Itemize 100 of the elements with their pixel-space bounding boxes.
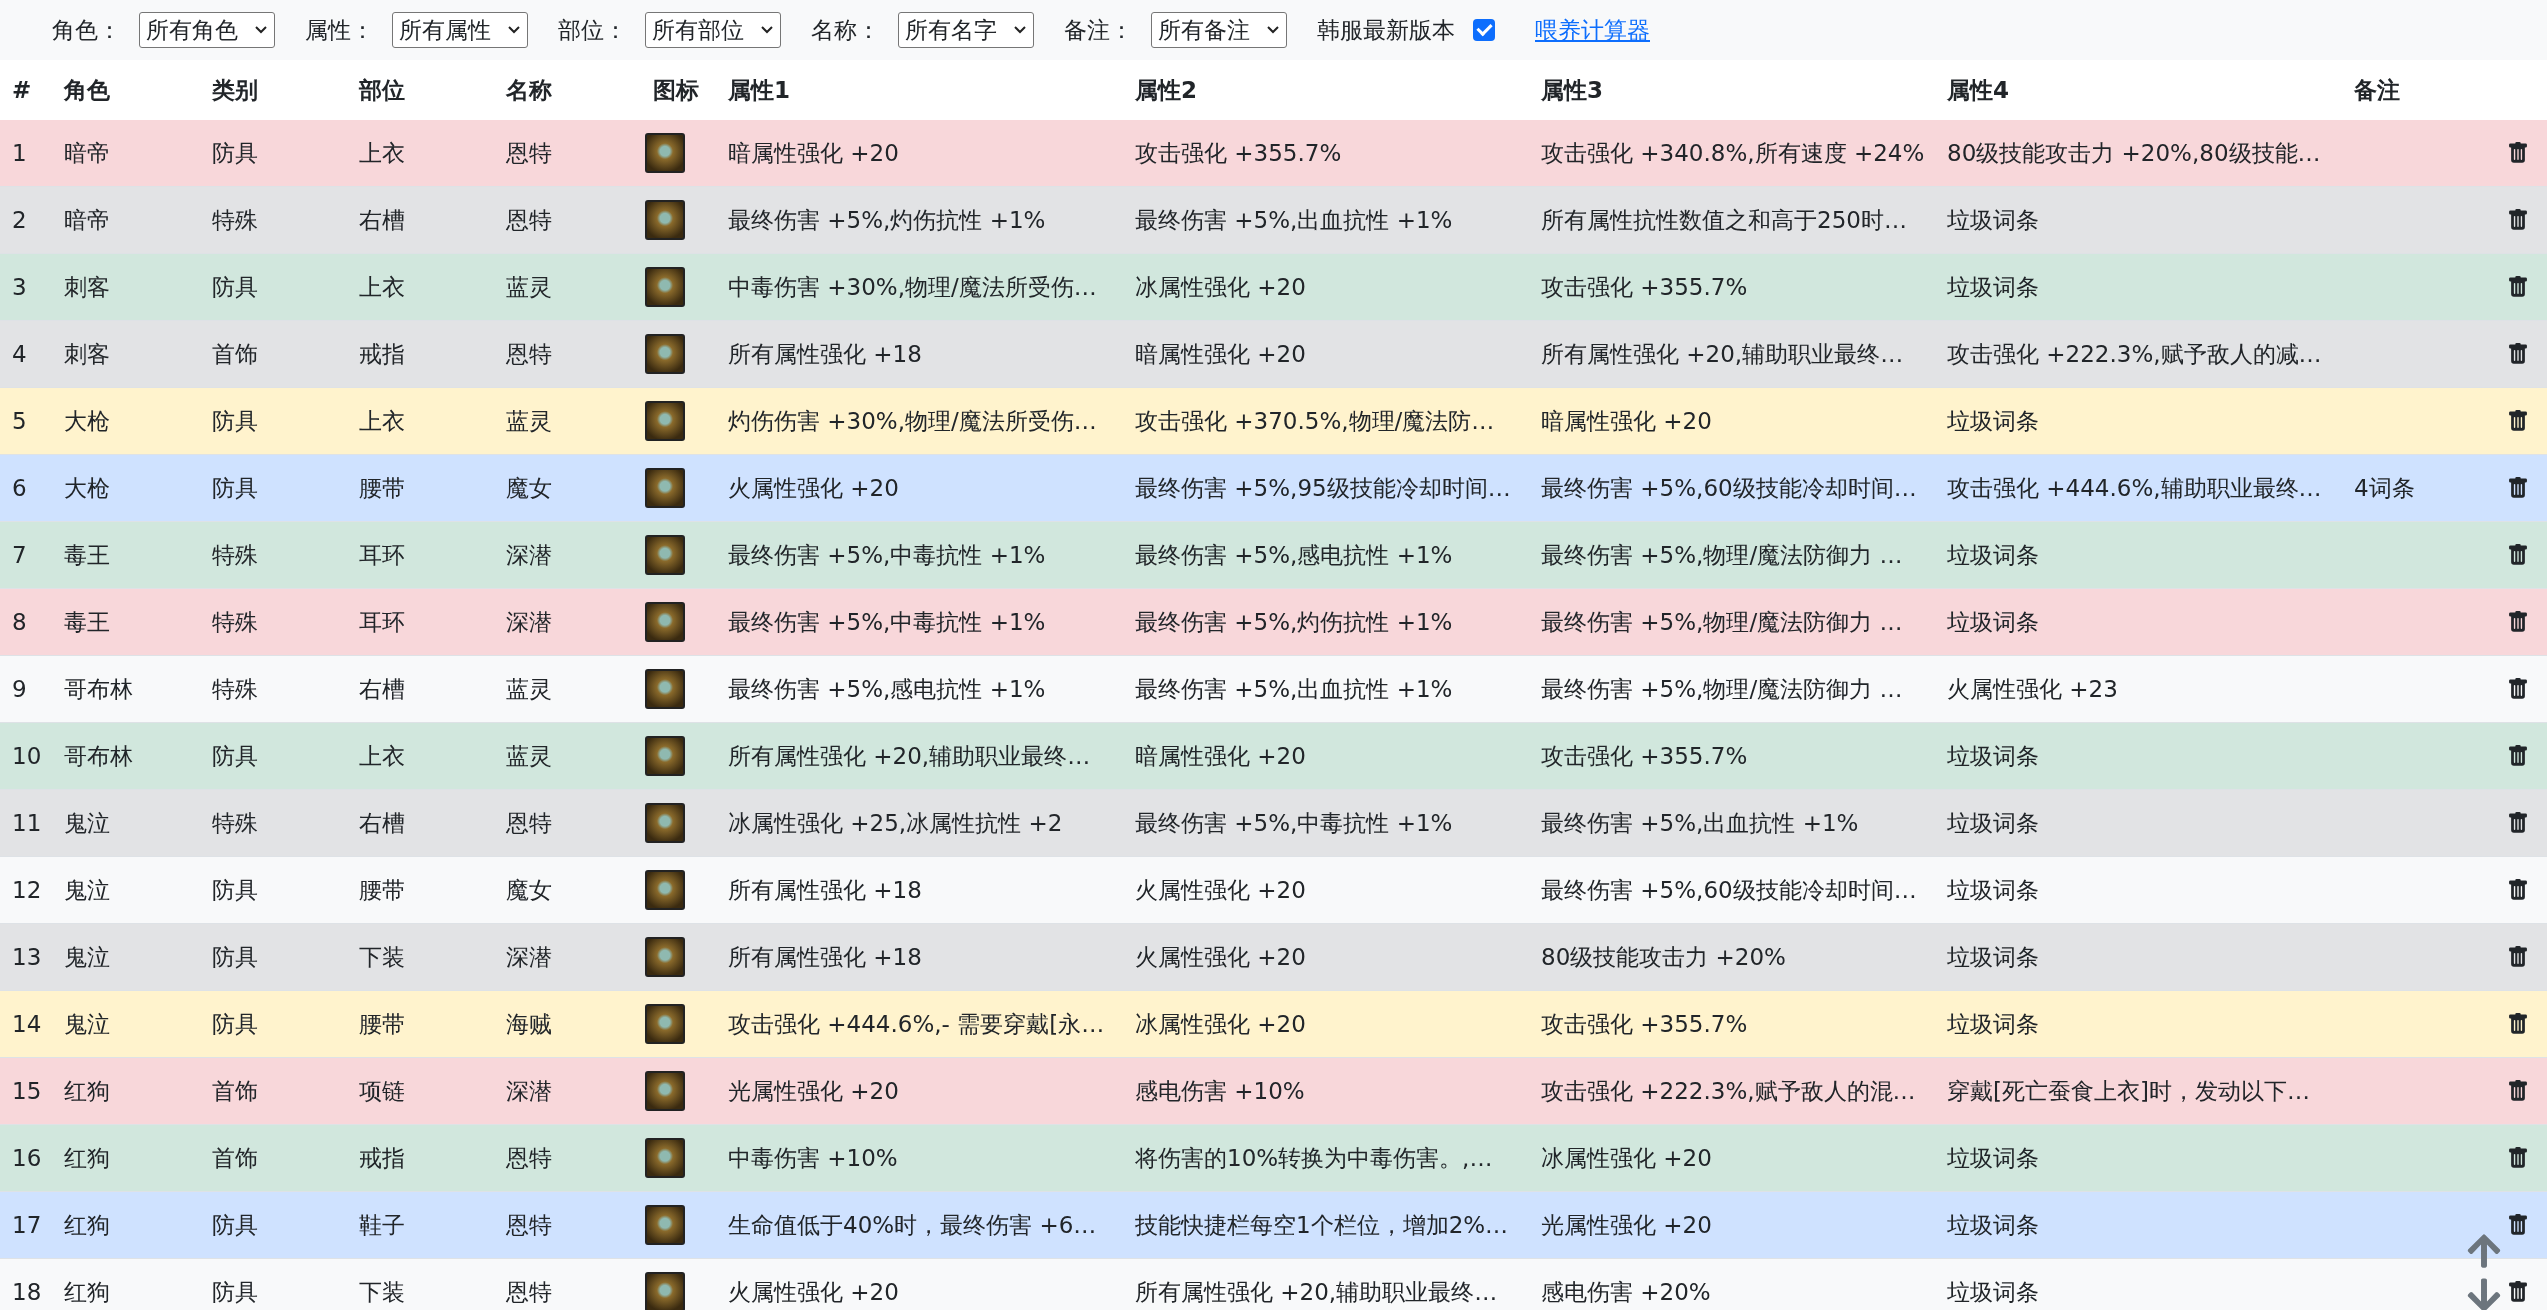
column-header: 部位 xyxy=(357,75,406,105)
scroll-down-icon[interactable] xyxy=(2465,1276,2503,1310)
delete-icon[interactable] xyxy=(2507,946,2529,968)
table-cell-text: 刺客 xyxy=(63,339,111,369)
table-cell-text: 刺客 xyxy=(63,272,111,302)
table-cell-text: 红狗 xyxy=(63,1076,111,1106)
delete-icon[interactable] xyxy=(2507,1147,2529,1169)
table-cell-text: 防具 xyxy=(211,942,259,972)
item-icon xyxy=(645,736,685,776)
item-icon xyxy=(645,870,685,910)
table-cell-text: 最终伤害 +5%,灼伤抗性 +1% xyxy=(1134,607,1454,637)
delete-icon[interactable] xyxy=(2507,812,2529,834)
table-cell-text: 魔女 xyxy=(505,473,553,503)
table-cell-text: 攻击强化 +355.7% xyxy=(1540,741,1749,771)
table-cell-text: 感电伤害 +20% xyxy=(1540,1277,1712,1307)
table-cell-text: 光属性强化 +20 xyxy=(727,1076,900,1106)
table-cell-text: 灼伤伤害 +30%,物理/魔法所受伤… xyxy=(727,406,1098,436)
table-cell-text: 最终伤害 +5%,出血抗性 +1% xyxy=(1134,674,1454,704)
delete-icon[interactable] xyxy=(2507,276,2529,298)
item-icon xyxy=(645,803,685,843)
table-cell-text: 垃圾词条 xyxy=(1946,808,2040,838)
table-cell-text: 暗帝 xyxy=(63,205,111,235)
delete-icon[interactable] xyxy=(2507,678,2529,700)
table-cell-text: 戒指 xyxy=(358,1143,406,1173)
table-cell-text: 右槽 xyxy=(358,205,406,235)
table-cell-text: 7 xyxy=(11,542,28,568)
delete-icon[interactable] xyxy=(2507,1281,2529,1303)
delete-icon[interactable] xyxy=(2507,745,2529,767)
table-cell-text: 特殊 xyxy=(211,205,259,235)
table-cell-text: 垃圾词条 xyxy=(1946,205,2040,235)
delete-icon[interactable] xyxy=(2507,544,2529,566)
delete-icon[interactable] xyxy=(2507,1013,2529,1035)
table-cell-text: 深潜 xyxy=(505,540,553,570)
delete-icon[interactable] xyxy=(2507,879,2529,901)
table-cell-text: 恩特 xyxy=(505,808,553,838)
scroll-up-icon[interactable] xyxy=(2465,1232,2503,1270)
table-cell-text: 恩特 xyxy=(505,1277,553,1307)
table-cell-text: 下装 xyxy=(358,942,406,972)
filter-select[interactable]: 所有名字 xyxy=(898,12,1034,48)
table-cell-text: 火属性强化 +20 xyxy=(1134,875,1307,905)
delete-icon[interactable] xyxy=(2507,142,2529,164)
table-cell-text: 暗属性强化 +20 xyxy=(1134,339,1307,369)
filter-label: 备注： xyxy=(1064,15,1133,45)
table-cell-text: 最终伤害 +5%,中毒抗性 +1% xyxy=(727,540,1047,570)
column-header: 角色 xyxy=(62,75,111,105)
filter-select[interactable]: 所有角色 xyxy=(139,12,275,48)
delete-icon[interactable] xyxy=(2507,477,2529,499)
filter-select[interactable]: 所有备注 xyxy=(1151,12,1287,48)
delete-icon[interactable] xyxy=(2507,1080,2529,1102)
table-cell-text: 16 xyxy=(11,1145,43,1171)
table-cell-text: 攻击强化 +444.6%,- 需要穿戴[永… xyxy=(727,1009,1106,1039)
delete-icon[interactable] xyxy=(2507,1214,2529,1236)
table-cell-text: 4词条 xyxy=(2353,473,2416,503)
table-cell-text: 垃圾词条 xyxy=(1946,1210,2040,1240)
table-cell-text: 防具 xyxy=(211,406,259,436)
table-cell-text: 深潜 xyxy=(505,1076,553,1106)
delete-icon[interactable] xyxy=(2507,410,2529,432)
filter-label: 部位： xyxy=(558,15,627,45)
table-cell-text: 17 xyxy=(11,1212,43,1238)
table-cell-text: 1 xyxy=(11,140,28,166)
table-cell-text: 鬼泣 xyxy=(63,875,111,905)
table-cell-text: 腰带 xyxy=(358,473,406,503)
table-cell-text: 所有属性抗性数值之和高于250时… xyxy=(1540,205,1908,235)
table-cell-text: 垃圾词条 xyxy=(1946,942,2040,972)
table-cell-text: 最终伤害 +5%,出血抗性 +1% xyxy=(1540,808,1860,838)
table-cell-text: 魔女 xyxy=(505,875,553,905)
table-cell-text: 所有属性强化 +18 xyxy=(727,875,923,905)
table-cell-text: 中毒伤害 +30%,物理/魔法所受伤… xyxy=(727,272,1098,302)
item-icon xyxy=(645,334,685,374)
table-cell-text: 15 xyxy=(11,1078,43,1104)
delete-icon[interactable] xyxy=(2507,611,2529,633)
calculator-link[interactable]: 喂养计算器 xyxy=(1535,14,1650,46)
table-cell-text: 蓝灵 xyxy=(505,674,553,704)
table-cell-text: 恩特 xyxy=(505,138,553,168)
table-cell-text: 特殊 xyxy=(211,540,259,570)
delete-icon[interactable] xyxy=(2507,209,2529,231)
table-cell-text: 最终伤害 +5%,60级技能冷却时间… xyxy=(1540,875,1918,905)
filter-label: 角色： xyxy=(52,15,121,45)
delete-icon[interactable] xyxy=(2507,343,2529,365)
table-cell-text: 18 xyxy=(11,1279,43,1305)
filter-select[interactable]: 所有部位 xyxy=(645,12,781,48)
table-cell-text: 红狗 xyxy=(63,1143,111,1173)
chevron-down-icon xyxy=(254,25,268,35)
filter-select[interactable]: 所有属性 xyxy=(392,12,528,48)
table-cell-text: 特殊 xyxy=(211,674,259,704)
chevron-down-icon xyxy=(1013,25,1027,35)
item-icon xyxy=(645,133,685,173)
table-cell-text: 最终伤害 +5%,物理/魔法防御力 … xyxy=(1540,674,1904,704)
chevron-down-icon xyxy=(760,25,774,35)
table-cell-text: 所有属性强化 +18 xyxy=(727,942,923,972)
table-cell-text: 2 xyxy=(11,207,28,233)
version-checkbox[interactable] xyxy=(1473,19,1495,41)
table-cell-text: 恩特 xyxy=(505,1210,553,1240)
table-cell-text: 将伤害的10%转换为中毒伤害。,… xyxy=(1134,1143,1494,1173)
table-cell-text: 蓝灵 xyxy=(505,272,553,302)
table-cell-text: 深潜 xyxy=(505,607,553,637)
table-cell-text: 攻击强化 +222.3%,赋予敌人的混… xyxy=(1540,1076,1917,1106)
table-cell-text: 防具 xyxy=(211,1210,259,1240)
table-cell-text: 垃圾词条 xyxy=(1946,1009,2040,1039)
table-cell-text: 鬼泣 xyxy=(63,942,111,972)
